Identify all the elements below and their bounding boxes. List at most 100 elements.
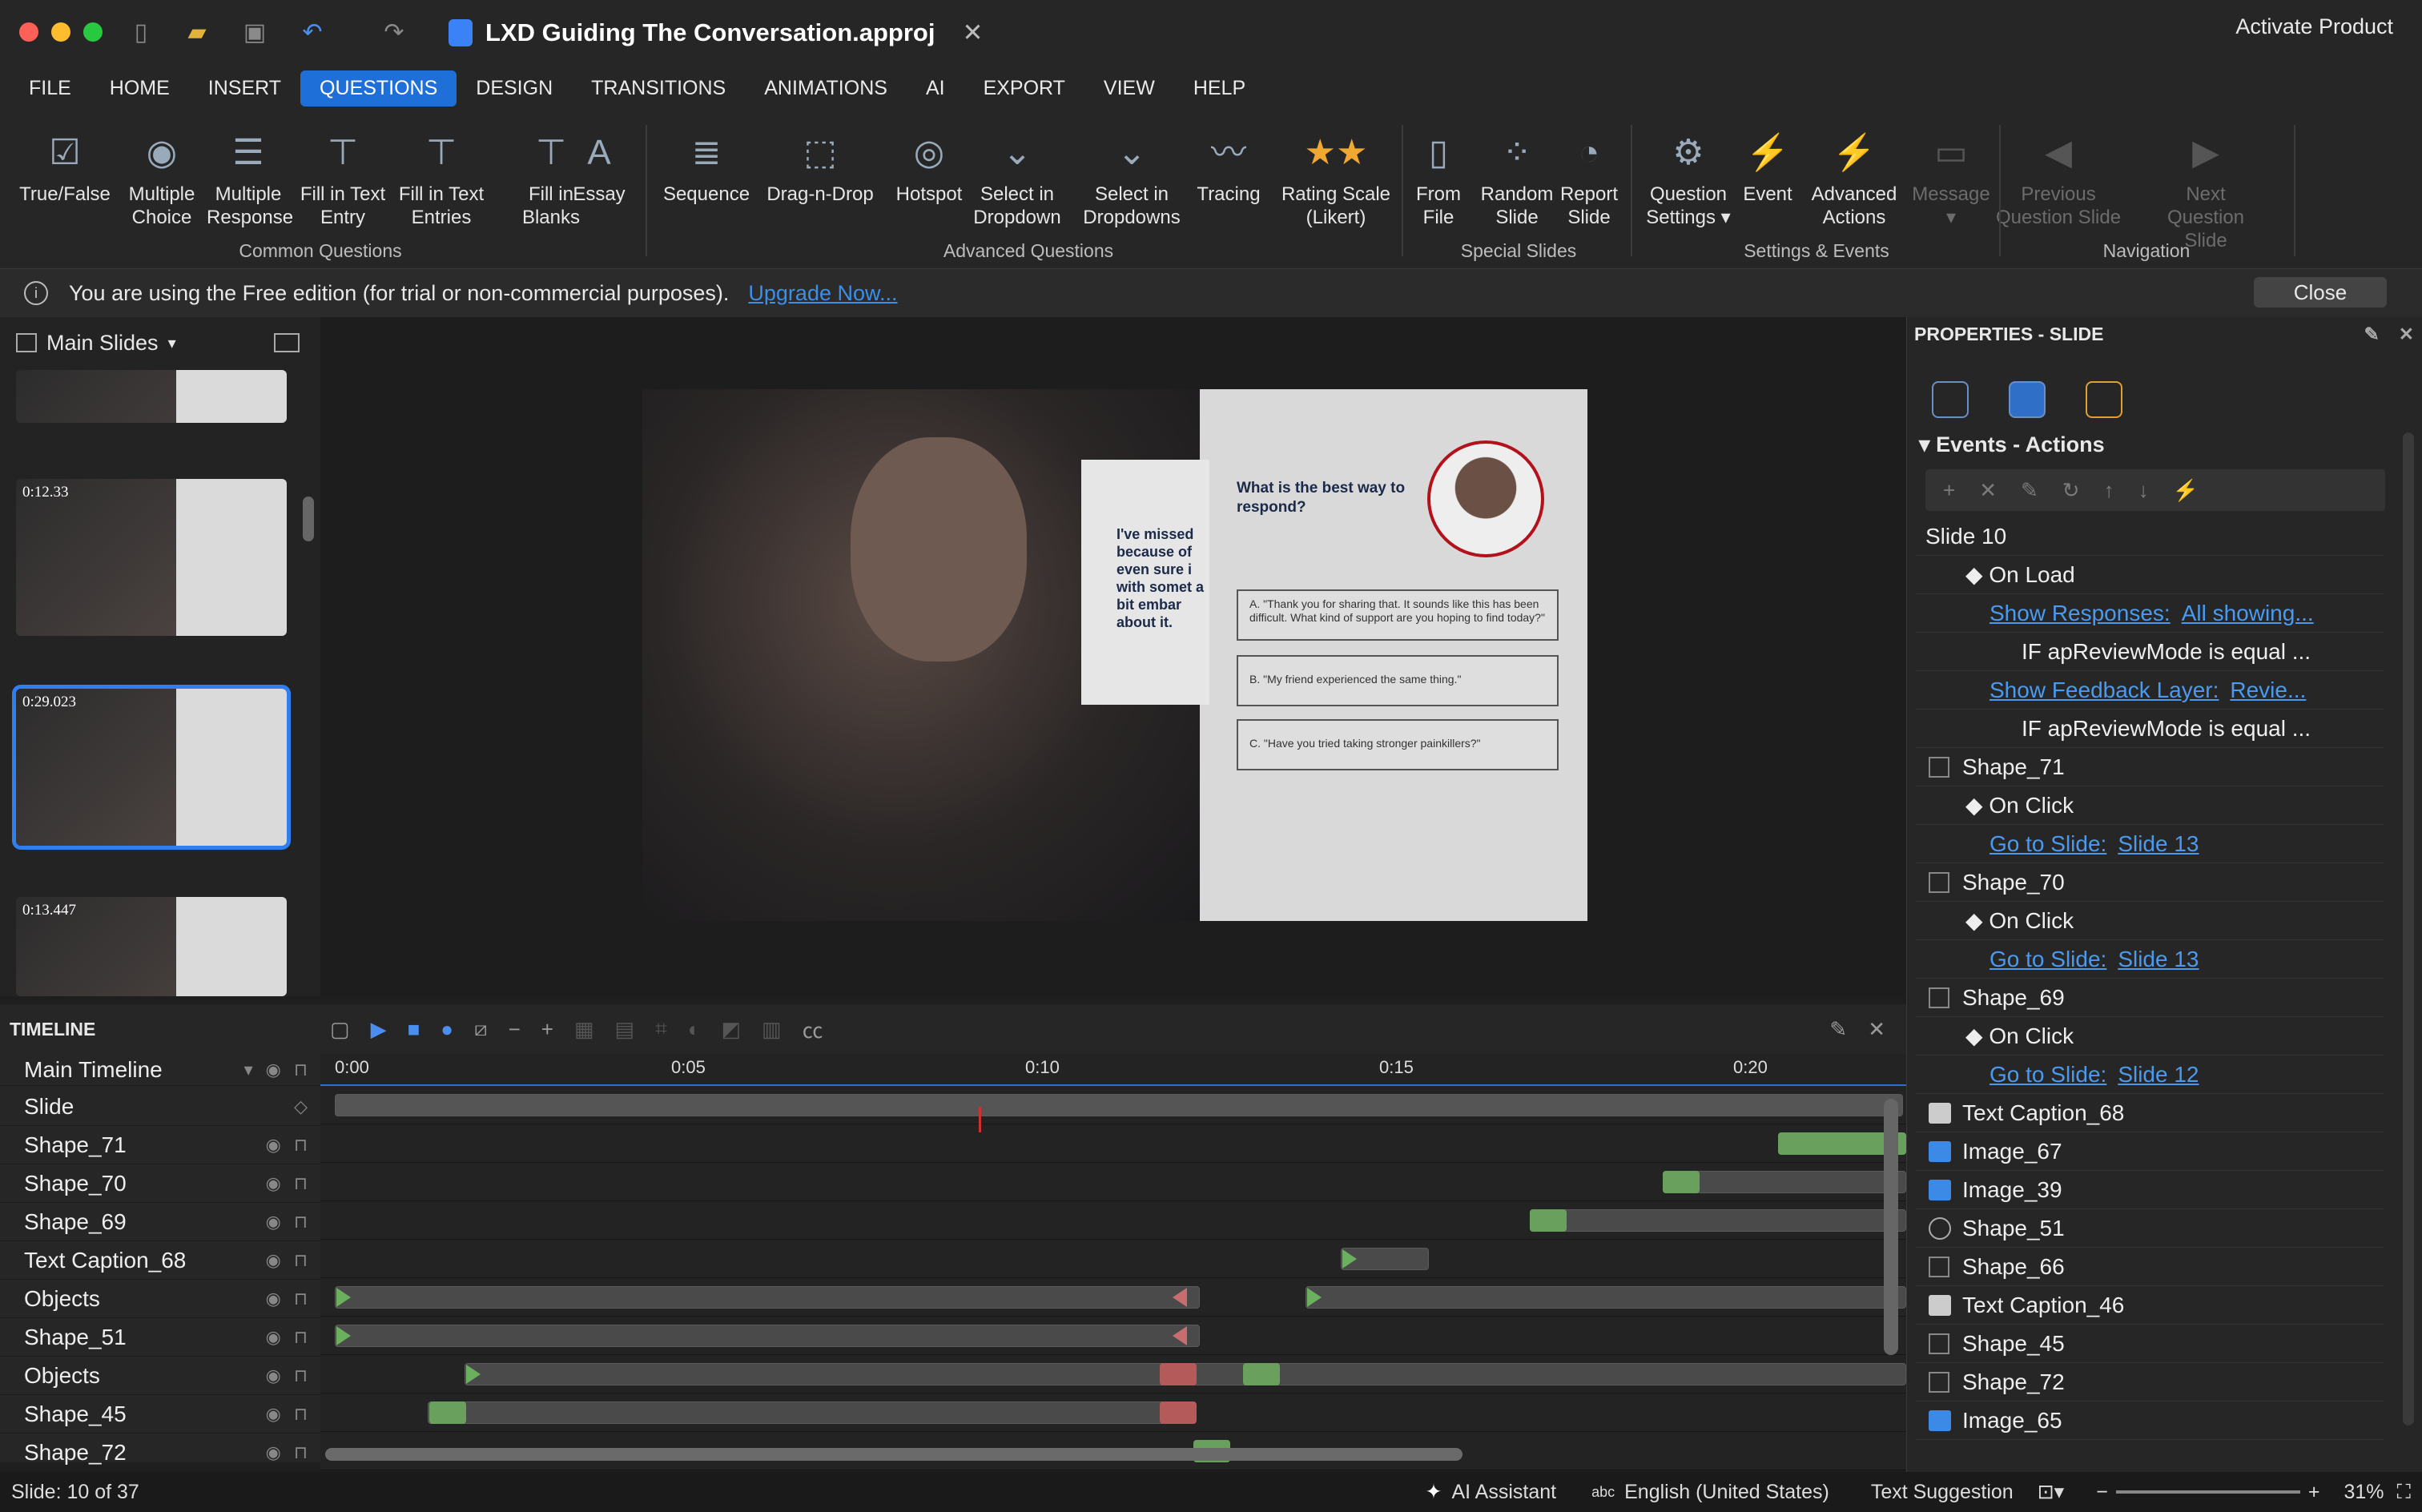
- track-bar[interactable]: [1306, 1286, 1906, 1309]
- upgrade-link[interactable]: Upgrade Now...: [748, 281, 897, 306]
- answer-option-c[interactable]: C. "Have you tried taking stronger paink…: [1237, 719, 1559, 770]
- filmstrip-view-icon[interactable]: [273, 333, 300, 352]
- properties-row[interactable]: Shape_70: [1916, 863, 2384, 902]
- timeline-track[interactable]: [320, 1124, 1906, 1163]
- timeline-track[interactable]: [320, 1240, 1906, 1278]
- ribbon-common-6[interactable]: A Essay: [567, 122, 631, 206]
- eye-icon[interactable]: ◉: [266, 1365, 281, 1386]
- style-tab-icon[interactable]: [2009, 381, 2046, 418]
- lock-icon[interactable]: ⊓: [294, 1365, 308, 1386]
- timeline-track[interactable]: [320, 1393, 1906, 1432]
- refresh-action-icon[interactable]: ↻: [2062, 478, 2080, 503]
- document-tab[interactable]: LXD Guiding The Conversation.approj ✕: [449, 11, 983, 54]
- zoom-slider[interactable]: [2115, 1490, 2300, 1494]
- move-up-icon[interactable]: ↑: [2104, 478, 2114, 503]
- distribute-icon[interactable]: ▤: [615, 1017, 635, 1042]
- timeline-ruler[interactable]: 0:00 0:05 0:10 0:15 0:20: [320, 1054, 1906, 1086]
- properties-row[interactable]: ◆ On Load: [1916, 556, 2384, 594]
- properties-row[interactable]: Text Caption_46: [1916, 1286, 2384, 1325]
- ribbon-advanced-2[interactable]: ◎ Hotspot: [884, 122, 974, 206]
- timeline-horizontal-scrollbar[interactable]: [325, 1448, 1462, 1461]
- activate-product-link[interactable]: Activate Product: [2235, 14, 2393, 39]
- keyframe-marker[interactable]: [336, 1326, 351, 1345]
- lock-icon[interactable]: ⊓: [294, 1060, 308, 1080]
- eye-icon[interactable]: ◉: [266, 1173, 281, 1194]
- chart-icon[interactable]: ▥: [762, 1017, 782, 1042]
- move-down-icon[interactable]: ↓: [2138, 478, 2149, 503]
- lock-icon[interactable]: ⊓: [294, 1173, 308, 1194]
- minimize-window-icon[interactable]: [51, 22, 70, 42]
- text-suggestion-button[interactable]: Text Suggestion: [1871, 1481, 2014, 1504]
- add-action-icon[interactable]: +: [1943, 478, 1955, 503]
- avatar-image[interactable]: [1427, 440, 1544, 557]
- timeline-track[interactable]: [320, 1278, 1906, 1317]
- lock-icon[interactable]: ⊓: [294, 1327, 308, 1348]
- keyframe-marker[interactable]: [1307, 1288, 1322, 1307]
- menu-view[interactable]: VIEW: [1084, 70, 1174, 107]
- keyframe-marker[interactable]: [1173, 1288, 1187, 1307]
- timeline-layer-row[interactable]: Shape_69 ◉ ⊓: [0, 1203, 320, 1241]
- fit-icon[interactable]: ⧄: [474, 1016, 488, 1042]
- track-segment[interactable]: [1663, 1171, 1700, 1193]
- ribbon-advanced-4[interactable]: ⌄ Select in Dropdowns: [1072, 122, 1192, 229]
- advanced-action-icon[interactable]: ⚡: [2173, 478, 2199, 503]
- zoom-window-icon[interactable]: [83, 22, 103, 42]
- question-text[interactable]: What is the best way to respond?: [1237, 479, 1413, 517]
- menu-animations[interactable]: ANIMATIONS: [745, 70, 907, 107]
- properties-row[interactable]: ◆ On Click: [1916, 902, 2384, 940]
- pin-icon[interactable]: ✎: [1829, 1017, 1847, 1042]
- frame-icon[interactable]: ▢: [330, 1017, 350, 1042]
- properties-row[interactable]: Text Caption_68: [1916, 1094, 2384, 1132]
- timeline-layer-row[interactable]: Objects ◉ ⊓: [0, 1357, 320, 1395]
- language-selector[interactable]: English (United States): [1624, 1481, 1829, 1504]
- ribbon-advanced-1[interactable]: ⬚ Drag-n-Drop: [756, 122, 884, 206]
- undo-icon[interactable]: ↶: [295, 14, 330, 50]
- lock-icon[interactable]: ⊓: [294, 1442, 308, 1463]
- view-mode-icon[interactable]: ⊡▾: [2038, 1480, 2065, 1504]
- properties-row[interactable]: Shape_71: [1916, 748, 2384, 786]
- action-link[interactable]: Show Responses:: [1990, 601, 2171, 626]
- play-icon[interactable]: ▶: [371, 1017, 387, 1042]
- ribbon-common-4[interactable]: ⊤ Fill in Text Entries: [394, 122, 489, 229]
- timeline-layer-row[interactable]: Objects ◉ ⊓: [0, 1280, 320, 1318]
- keyframe-marker[interactable]: [336, 1288, 351, 1307]
- track-bar[interactable]: [428, 1401, 1189, 1424]
- properties-row[interactable]: Image_67: [1916, 1132, 2384, 1171]
- edit-action-icon[interactable]: ✎: [2021, 478, 2038, 503]
- save-icon[interactable]: ▣: [237, 14, 272, 50]
- eye-icon[interactable]: ◉: [266, 1212, 281, 1233]
- ribbon-settings-0[interactable]: ⚙ Question Settings ▾: [1634, 122, 1743, 229]
- slides-scrollbar[interactable]: [303, 497, 314, 541]
- properties-row[interactable]: ◆ On Click: [1916, 1017, 2384, 1056]
- keyframe-marker[interactable]: [1342, 1249, 1357, 1269]
- slide-canvas[interactable]: I've missed because of even sure i with …: [642, 389, 1587, 921]
- ai-assistant-button[interactable]: AI Assistant: [1451, 1481, 1556, 1504]
- slide-thumbnail[interactable]: 0:29.023: [12, 685, 291, 850]
- action-link[interactable]: Go to Slide:: [1990, 1062, 2106, 1088]
- eye-icon[interactable]: ◉: [266, 1442, 281, 1463]
- properties-row[interactable]: Slide 10: [1916, 517, 2384, 556]
- properties-row[interactable]: Shape_69: [1916, 979, 2384, 1017]
- main-timeline-selector[interactable]: Main Timeline ▾ ◉ ⊓: [0, 1054, 320, 1086]
- slide-properties-tab-icon[interactable]: [1932, 381, 1969, 418]
- menu-questions[interactable]: QUESTIONS: [300, 70, 457, 107]
- playhead[interactable]: [979, 1107, 981, 1132]
- properties-scrollbar[interactable]: [2403, 432, 2414, 1426]
- captions-icon[interactable]: ㏄: [803, 1015, 823, 1044]
- timeline-layer-row[interactable]: Shape_72 ◉ ⊓: [0, 1434, 320, 1472]
- properties-row[interactable]: Show Responses: All showing...: [1916, 594, 2384, 633]
- track-bar[interactable]: [335, 1325, 1200, 1347]
- properties-row[interactable]: IF apReviewMode is equal ...: [1916, 633, 2384, 671]
- action-target-link[interactable]: All showing...: [2182, 601, 2314, 626]
- chevron-down-icon[interactable]: ▾: [244, 1060, 253, 1080]
- properties-row[interactable]: IF apReviewMode is equal ...: [1916, 710, 2384, 748]
- zoom-out-status-icon[interactable]: −: [2096, 1481, 2108, 1504]
- close-timeline-icon[interactable]: ✕: [1868, 1017, 1885, 1042]
- timeline-vertical-scrollbar[interactable]: [1884, 1099, 1898, 1355]
- timeline-layer-row[interactable]: Shape_45 ◉ ⊓: [0, 1395, 320, 1434]
- close-tab-icon[interactable]: ✕: [962, 18, 983, 47]
- lock-icon[interactable]: ⊓: [294, 1250, 308, 1271]
- lock-icon[interactable]: ⊓: [294, 1135, 308, 1156]
- ribbon-settings-2[interactable]: ⚡ Advanced Actions: [1807, 122, 1901, 229]
- events-actions-header[interactable]: ▾ Events - Actions: [1919, 432, 2105, 457]
